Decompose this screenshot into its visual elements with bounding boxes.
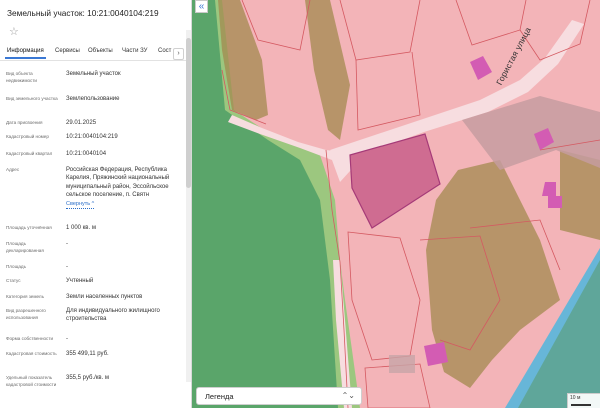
row-label: Площадь уточнённая [6, 225, 52, 230]
row-label: Удельный показатель кадастровой стоимост… [6, 375, 57, 387]
row-value: Земли населенных пунктов [66, 294, 143, 300]
row-label: Вид объекта недвижимости [6, 71, 37, 83]
tabs-bar: Информация Сервисы Объекты Части ЗУ Сост [0, 44, 186, 61]
app-window: Земельный участок: 10:21:0040104:219 ☆ И… [0, 0, 600, 408]
legend-dropdown[interactable]: Легенда ⌃⌄ [196, 387, 362, 405]
row-label: Категория земель [6, 294, 44, 299]
row-label: Дата присвоения [6, 120, 43, 125]
row-value: Учтенный [66, 278, 94, 284]
row-value: 29.01.2025 [66, 120, 97, 126]
row-value: 10:21:0040104 [66, 151, 107, 157]
map-svg [192, 0, 600, 408]
scale-control: 10 м [567, 393, 600, 408]
row-value: Российская Федерация, Республика Карелия… [66, 167, 170, 198]
row-value: - [66, 241, 68, 247]
row-value: Земельный участок [66, 71, 121, 77]
star-icon[interactable]: ☆ [9, 27, 19, 38]
building-outline [389, 355, 415, 373]
row-value: Для индивидуального жилищного строительс… [66, 308, 160, 323]
row-value: Землепользование [66, 96, 120, 102]
row-value: 355,5 руб./кв. м [66, 375, 110, 381]
building [424, 342, 448, 366]
chevron-updown-icon: ⌃⌄ [341, 391, 355, 400]
row-label: Кадастровая стоимость [6, 351, 57, 356]
tab-status[interactable]: Сост [158, 48, 171, 54]
row-label: Площадь декларированная [6, 241, 44, 253]
scale-label: 10 м [570, 395, 581, 401]
row-label: Площадь [6, 264, 26, 269]
map-canvas[interactable]: Гористая улица [192, 0, 600, 408]
row-value: 355 499,11 руб. [66, 351, 109, 357]
info-panel: Земельный участок: 10:21:0040104:219 ☆ И… [0, 0, 192, 408]
scrollbar-thumb[interactable] [186, 38, 191, 188]
row-value: 1 000 кв. м [66, 225, 96, 231]
collapse-address-link[interactable]: Свернуть ^ [66, 200, 95, 210]
row-value: - [66, 336, 68, 342]
panel-scrollbar[interactable] [186, 30, 191, 382]
tab-objects[interactable]: Объекты [88, 48, 113, 54]
row-label: Форма собственности [6, 336, 54, 341]
tab-info[interactable]: Информация [5, 48, 46, 59]
row-label: Вид разрешенного использования [6, 308, 46, 320]
row-label: Вид земельного участка [6, 96, 58, 101]
tab-services[interactable]: Сервисы [55, 48, 80, 54]
row-value-wrap: Российская Федерация, Республика Карелия… [66, 166, 178, 210]
panel-title: Земельный участок: 10:21:0040104:219 [7, 8, 159, 18]
row-label: Адрес [6, 167, 20, 172]
row-label: Кадастровый квартал [6, 151, 53, 156]
tab-parts[interactable]: Части ЗУ [122, 48, 147, 54]
row-value: 10:21:0040104:219 [66, 134, 118, 140]
row-value: - [66, 264, 68, 270]
collapse-panel-button[interactable]: « [195, 0, 208, 13]
row-label: Кадастровый номер [6, 134, 49, 139]
row-label: Статус [6, 278, 21, 283]
legend-label: Легенда [205, 392, 234, 401]
tabs-next-button[interactable]: › [173, 48, 184, 60]
scale-bar [571, 404, 591, 406]
